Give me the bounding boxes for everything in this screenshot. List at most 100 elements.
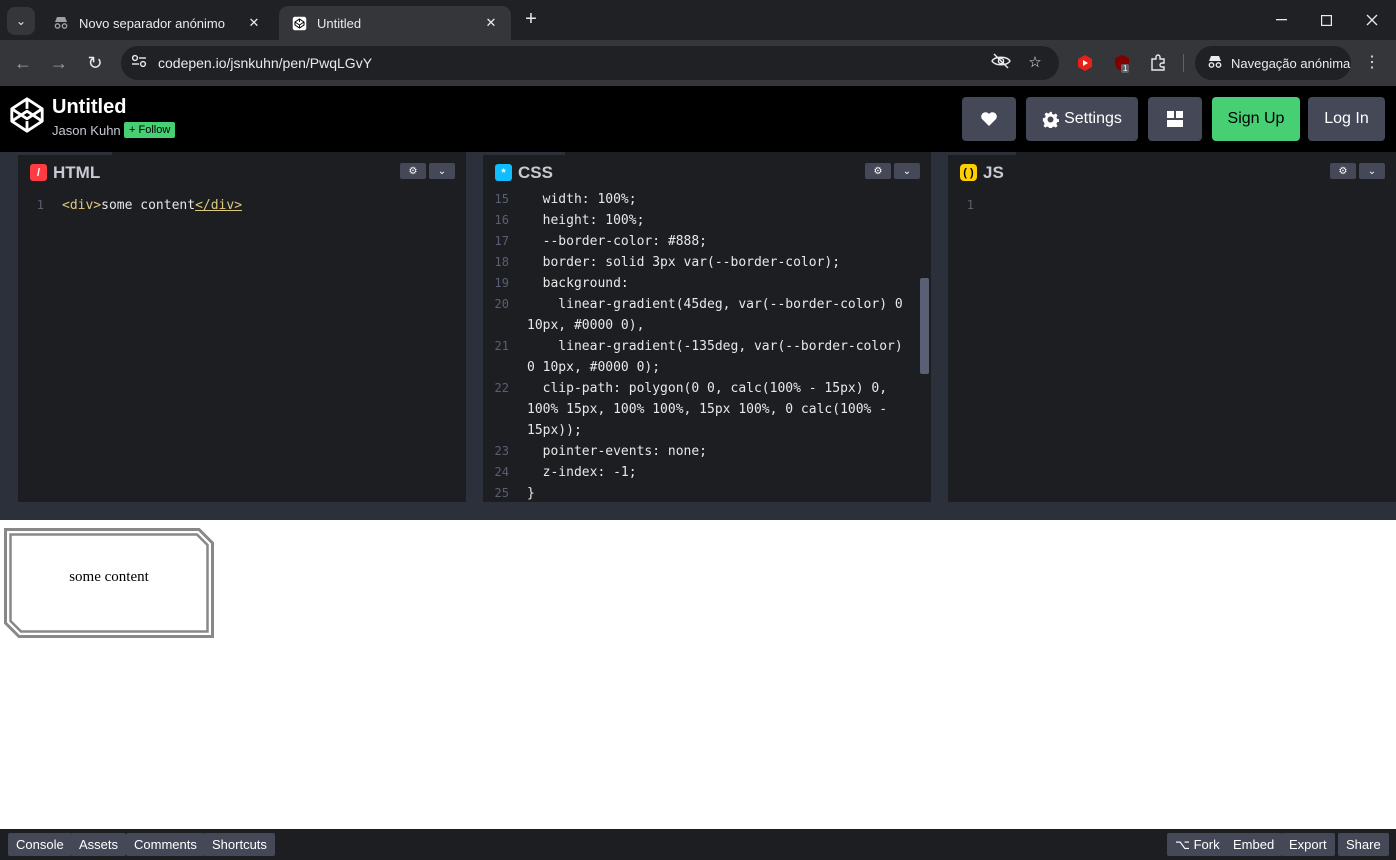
extensions-puzzle-icon[interactable] <box>1147 52 1169 74</box>
pen-author[interactable]: Jason Kuhn <box>52 123 121 138</box>
back-arrow-icon[interactable]: ← <box>11 51 35 75</box>
line-number: 1 <box>36 198 44 212</box>
maximize-icon[interactable] <box>1303 0 1349 40</box>
code-line: 0 10px, #0000 0); <box>527 360 661 375</box>
preview-pane: some content <box>0 520 1396 829</box>
follow-button[interactable]: + Follow <box>124 122 176 138</box>
fork-button[interactable]: ⌥ Fork <box>1167 833 1228 856</box>
line-number: 24 <box>494 465 509 479</box>
css-editor-pane: * CSS ⚙ ⌄ 15 width: 100%; 16 height: 100%… <box>483 152 931 502</box>
codepen-footer: Console Assets Comments Shortcuts ⌥ Fork… <box>0 829 1396 860</box>
new-tab-plus-icon[interactable]: + <box>520 9 542 31</box>
share-button[interactable]: Share <box>1338 833 1389 856</box>
bookmark-star-icon[interactable]: ☆ <box>1025 53 1045 73</box>
minimize-icon[interactable] <box>1258 0 1304 40</box>
css-icon: * <box>495 164 512 181</box>
html-editor-pane: / HTML ⚙ ⌄ 1 <div>some content</div> <box>18 152 466 502</box>
code-line: linear-gradient(45deg, var(--border-colo… <box>527 297 903 312</box>
html-collapse-chevron-icon[interactable]: ⌄ <box>429 163 455 179</box>
shortcuts-button[interactable]: Shortcuts <box>204 833 275 856</box>
layout-grid-icon <box>1167 111 1183 127</box>
more-menu-icon[interactable]: ⋮ <box>1364 52 1380 74</box>
console-button[interactable]: Console <box>8 833 72 856</box>
extension-badge: 1 <box>1121 64 1130 73</box>
html-settings-gear-icon[interactable]: ⚙ <box>400 163 426 179</box>
toolbar-divider <box>1183 54 1184 72</box>
embed-button[interactable]: Embed <box>1225 833 1283 856</box>
html-pane-header: / HTML ⚙ ⌄ <box>18 152 466 190</box>
chevron-down-icon: ⌄ <box>15 14 27 28</box>
layout-button[interactable] <box>1148 97 1202 141</box>
url-text: codepen.io/jsnkuhn/pen/PwqLGvY <box>158 55 373 71</box>
pane-resizer[interactable] <box>466 152 483 502</box>
settings-label: Settings <box>1064 110 1122 127</box>
settings-button[interactable]: Settings <box>1026 97 1138 141</box>
css-label: CSS <box>518 162 553 182</box>
incognito-indicator[interactable]: Navegação anónima <box>1195 46 1351 80</box>
code-line: } <box>527 486 535 501</box>
code-line: 100% 15px, 100% 100%, 15px 100%, 0 calc(… <box>527 402 888 417</box>
code-line: 10px, #0000 0), <box>527 318 645 333</box>
js-settings-gear-icon[interactable]: ⚙ <box>1330 163 1356 179</box>
codepen-logo-icon[interactable] <box>8 96 46 134</box>
pen-title[interactable]: Untitled <box>52 96 126 119</box>
tab-title: Untitled <box>317 15 362 31</box>
forward-arrow-icon[interactable]: → <box>47 51 71 75</box>
html-code-editor[interactable]: 1 <div>some content</div> <box>18 190 466 502</box>
preview-content-text: some content <box>69 569 149 585</box>
youtube-extension-icon[interactable] <box>1074 52 1096 74</box>
css-scrollbar[interactable] <box>920 278 929 374</box>
close-icon[interactable]: ✕ <box>483 15 499 31</box>
code-line: linear-gradient(-135deg, var(--border-co… <box>527 339 903 354</box>
code-line: border: solid 3px var(--border-color); <box>527 255 841 270</box>
love-button[interactable] <box>962 97 1016 141</box>
css-settings-gear-icon[interactable]: ⚙ <box>865 163 891 179</box>
export-button[interactable]: Export <box>1281 833 1335 856</box>
css-code-editor[interactable]: 15 width: 100%; 16 height: 100%; 17 --bord… <box>483 190 931 502</box>
css-collapse-chevron-icon[interactable]: ⌄ <box>894 163 920 179</box>
code-line: <div>some content</div> <box>62 198 243 213</box>
js-pane-header: ( ) JS ⚙ ⌄ <box>948 152 1396 190</box>
line-number: 21 <box>494 339 509 353</box>
preview-resizer[interactable] <box>0 502 1396 520</box>
line-number: 20 <box>494 297 509 311</box>
window-close-icon[interactable] <box>1349 0 1395 40</box>
pane-resizer[interactable] <box>0 152 18 502</box>
line-number: 15 <box>494 192 509 206</box>
eye-off-icon[interactable] <box>991 53 1011 73</box>
code-line: 15px)); <box>527 423 582 438</box>
sign-up-button[interactable]: Sign Up <box>1212 97 1300 141</box>
pane-resizer[interactable] <box>931 152 948 502</box>
address-bar[interactable]: codepen.io/jsnkuhn/pen/PwqLGvY ☆ <box>121 46 1059 80</box>
browser-tab-incognito[interactable]: Novo separador anónimo ✕ <box>41 6 274 40</box>
gear-icon <box>1042 111 1060 128</box>
heart-icon <box>981 112 997 126</box>
html-icon: / <box>30 164 47 181</box>
incognito-label: Navegação anónima <box>1231 55 1351 71</box>
line-number: 17 <box>494 234 509 248</box>
close-icon[interactable]: ✕ <box>246 15 262 31</box>
assets-button[interactable]: Assets <box>71 833 127 856</box>
js-editor-pane: ( ) JS ⚙ ⌄ 1 <box>948 152 1396 502</box>
incognito-icon <box>1207 55 1223 72</box>
code-line: height: 100%; <box>527 213 645 228</box>
line-number: 22 <box>494 381 509 395</box>
tab-title: Novo separador anónimo <box>79 15 225 31</box>
incognito-icon <box>53 15 69 31</box>
js-label: JS <box>983 162 1004 182</box>
ublock-extension-icon[interactable]: 1 <box>1111 52 1133 74</box>
line-number: 23 <box>494 444 509 458</box>
reload-icon[interactable]: ↻ <box>83 51 107 75</box>
line-number: 16 <box>494 213 509 227</box>
js-pane-title: ( ) JS <box>948 152 1016 190</box>
site-settings-icon[interactable] <box>130 54 148 72</box>
html-pane-title: / HTML <box>18 152 113 190</box>
log-in-button[interactable]: Log In <box>1308 97 1385 141</box>
line-number: 25 <box>494 486 509 500</box>
comments-button[interactable]: Comments <box>126 833 205 856</box>
browser-tab-untitled[interactable]: Untitled ✕ <box>279 6 511 40</box>
js-collapse-chevron-icon[interactable]: ⌄ <box>1359 163 1385 179</box>
js-icon: ( ) <box>960 164 977 181</box>
tab-search-button[interactable]: ⌄ <box>7 7 35 35</box>
js-code-editor[interactable]: 1 <box>948 190 1396 502</box>
